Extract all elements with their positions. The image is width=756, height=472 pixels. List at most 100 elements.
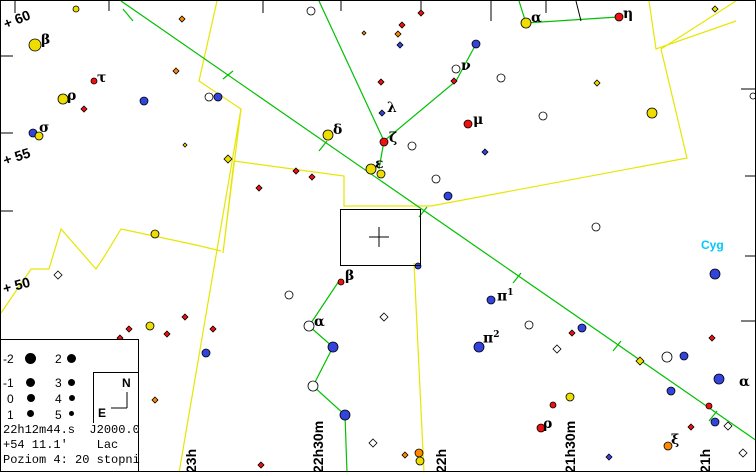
mag-label: 5 xyxy=(55,408,62,422)
star-marker[interactable] xyxy=(749,92,756,100)
tick-mark xyxy=(318,140,328,152)
view-cursor-box[interactable] xyxy=(340,209,421,266)
mag-label: 2 xyxy=(55,352,62,366)
mag-label: 3 xyxy=(55,376,62,390)
star-marker[interactable] xyxy=(394,30,402,38)
star-marker[interactable] xyxy=(486,295,496,305)
star-marker[interactable] xyxy=(28,38,42,52)
star-marker[interactable] xyxy=(593,79,601,87)
star-marker[interactable] xyxy=(614,12,624,22)
mag-label: 1 xyxy=(7,408,14,422)
star-marker[interactable] xyxy=(577,323,587,333)
star-marker[interactable] xyxy=(379,312,389,322)
star-marker[interactable] xyxy=(213,92,223,102)
mag-dot xyxy=(26,378,35,387)
star-marker[interactable] xyxy=(450,77,458,85)
star-marker[interactable] xyxy=(401,451,409,459)
star-marker[interactable] xyxy=(552,344,562,354)
star-marker[interactable] xyxy=(471,39,481,49)
star-marker[interactable] xyxy=(307,380,319,392)
star-marker[interactable] xyxy=(415,456,425,466)
star-marker[interactable] xyxy=(398,21,406,29)
star-marker[interactable] xyxy=(414,448,424,458)
star-marker[interactable] xyxy=(591,222,601,232)
star-marker[interactable] xyxy=(80,105,88,113)
star-marker[interactable] xyxy=(150,229,160,239)
star-marker[interactable] xyxy=(377,78,385,86)
star-marker[interactable] xyxy=(396,41,404,49)
star-marker[interactable] xyxy=(151,396,159,404)
star-marker[interactable] xyxy=(322,129,334,141)
star-marker[interactable] xyxy=(666,386,676,396)
star-marker[interactable] xyxy=(368,438,378,448)
star-marker[interactable] xyxy=(443,191,453,201)
star-marker[interactable] xyxy=(172,67,180,75)
star-label-zeta: ζ xyxy=(389,130,398,146)
star-marker[interactable] xyxy=(306,6,316,16)
star-marker[interactable] xyxy=(209,325,217,333)
star-marker[interactable] xyxy=(204,92,214,102)
star-label-xi: ξ xyxy=(671,432,680,448)
star-marker[interactable] xyxy=(201,348,211,358)
star-marker[interactable] xyxy=(255,184,263,192)
star-marker[interactable] xyxy=(284,290,294,300)
star-marker[interactable] xyxy=(339,409,351,421)
ra-label-21h: 21h xyxy=(697,448,713,472)
star-marker[interactable] xyxy=(451,64,461,74)
star-marker[interactable] xyxy=(182,142,188,148)
star-marker[interactable] xyxy=(308,173,316,181)
star-marker[interactable] xyxy=(549,401,557,409)
star-marker[interactable] xyxy=(538,111,548,121)
star-marker[interactable] xyxy=(337,278,345,286)
star-marker[interactable] xyxy=(709,268,721,280)
star-marker[interactable] xyxy=(178,15,186,23)
star-marker[interactable] xyxy=(163,330,171,338)
star-marker[interactable] xyxy=(738,448,748,458)
star-marker[interactable] xyxy=(417,9,425,17)
star-label-alpha-lac: α xyxy=(314,314,325,330)
star-marker[interactable] xyxy=(379,137,389,147)
star-marker[interactable] xyxy=(481,148,489,156)
star-marker[interactable] xyxy=(713,373,725,385)
star-marker[interactable] xyxy=(223,154,233,164)
star-marker[interactable] xyxy=(181,313,189,321)
star-marker[interactable] xyxy=(378,109,386,117)
star-marker[interactable] xyxy=(53,270,63,280)
star-label-alpha-cyg: α xyxy=(739,374,750,390)
zoom-readout: Poziom 4: 20 stopni xyxy=(3,453,140,467)
galactic-plane-line xyxy=(120,1,755,441)
star-marker[interactable] xyxy=(463,119,473,129)
star-label-alpha-cep: α xyxy=(531,10,542,26)
star-marker[interactable] xyxy=(520,17,532,29)
star-marker[interactable] xyxy=(687,423,695,431)
tick-mark xyxy=(122,8,134,22)
star-chart[interactable]: + 60 + 55 + 50 23h 22h30m 22h 21h30m 21h… xyxy=(0,0,756,472)
star-marker[interactable] xyxy=(407,141,417,151)
star-marker[interactable] xyxy=(496,73,506,83)
star-marker[interactable] xyxy=(661,351,673,363)
star-marker[interactable] xyxy=(565,392,575,402)
star-marker[interactable] xyxy=(710,417,720,427)
star-label-tau: τ xyxy=(97,70,107,86)
star-marker[interactable] xyxy=(257,461,265,469)
constellation-readout: Lac xyxy=(96,438,119,452)
star-marker[interactable] xyxy=(125,325,133,333)
star-marker[interactable] xyxy=(708,334,716,342)
star-marker[interactable] xyxy=(72,5,80,13)
star-marker[interactable] xyxy=(139,96,149,106)
star-marker[interactable] xyxy=(431,174,441,184)
star-marker[interactable] xyxy=(524,320,534,330)
star-marker[interactable] xyxy=(711,5,719,13)
constellation-lines xyxy=(120,1,755,471)
star-marker[interactable] xyxy=(145,321,155,331)
star-marker[interactable] xyxy=(705,402,713,410)
star-marker[interactable] xyxy=(646,107,658,119)
star-marker[interactable] xyxy=(605,453,613,461)
star-label-pi1: π1 xyxy=(497,288,514,305)
star-marker[interactable] xyxy=(327,341,339,353)
star-marker[interactable] xyxy=(303,320,315,332)
star-marker[interactable] xyxy=(568,329,576,337)
mag-label: 0 xyxy=(7,392,14,406)
star-marker[interactable] xyxy=(361,30,367,36)
star-marker[interactable] xyxy=(679,351,689,361)
